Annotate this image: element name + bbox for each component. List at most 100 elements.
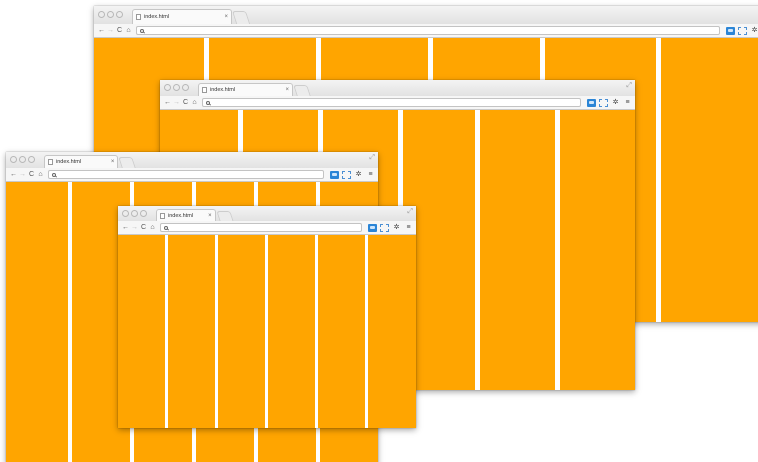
responsive-extension-screen	[728, 29, 733, 32]
window-controls	[122, 209, 147, 217]
new-tab-button[interactable]	[215, 210, 234, 221]
browser-toolbar: ←→C⌂ ✲≡	[160, 96, 635, 110]
tab-index[interactable]: index.html ×	[44, 155, 119, 168]
browser-window-sm: index.html × ⤢ ← → C ⌂ ✲ ≡	[118, 206, 416, 428]
back-arrow-icon[interactable]: ←	[9, 171, 18, 178]
tab-close-button[interactable]: ×	[224, 14, 228, 20]
maximize-window-button[interactable]	[182, 84, 189, 91]
forward-arrow-icon[interactable]: →	[106, 27, 115, 34]
browser-toolbar: ←→C⌂✲≡	[94, 24, 758, 38]
page-icon	[136, 14, 141, 20]
responsive-extension-icon[interactable]	[587, 98, 596, 107]
home-icon[interactable]: ⌂	[190, 99, 199, 106]
tab-title: index.html	[168, 212, 194, 219]
address-bar[interactable]	[48, 169, 324, 180]
responsive-extension-screen	[370, 226, 375, 229]
tab-title: index.html	[56, 159, 82, 165]
address-bar[interactable]	[160, 222, 362, 233]
column-gutter	[315, 235, 318, 428]
column-gutter	[475, 110, 480, 390]
column-gutter	[555, 110, 560, 390]
search-icon	[164, 225, 168, 230]
search-icon	[52, 172, 56, 177]
responsive-extension-icon[interactable]	[330, 170, 339, 179]
new-tab-button[interactable]	[118, 156, 137, 168]
page-content	[118, 235, 416, 428]
reload-icon[interactable]: C	[115, 27, 124, 34]
tab-bar: index.html×⤢	[94, 6, 758, 24]
page-icon	[160, 212, 165, 219]
resize-icon[interactable]: ⤢	[626, 82, 632, 89]
window-controls	[98, 11, 123, 18]
maximize-window-button[interactable]	[116, 11, 123, 18]
close-window-button[interactable]	[10, 156, 17, 163]
settings-icon[interactable]: ✲	[354, 171, 363, 179]
window-controls	[10, 156, 35, 163]
tab-bar: index.html × ⤢	[6, 152, 378, 168]
responsive-extension-screen	[332, 173, 337, 176]
search-icon	[206, 100, 210, 105]
tab-index[interactable]: index.html ×	[156, 209, 216, 221]
search-icon	[140, 28, 144, 33]
frame-extension-icon[interactable]	[380, 223, 389, 232]
back-arrow-icon[interactable]: ←	[163, 99, 172, 106]
home-icon[interactable]: ⌂	[148, 224, 157, 231]
tab-title: index.html	[144, 14, 170, 20]
browser-toolbar: ←→C⌂ ✲≡	[6, 168, 378, 182]
close-window-button[interactable]	[164, 84, 171, 91]
minimize-window-button[interactable]	[19, 156, 26, 163]
tab-close-button[interactable]: ×	[285, 87, 289, 93]
reload-icon[interactable]: C	[139, 224, 148, 231]
address-bar[interactable]	[136, 25, 720, 36]
frame-extension-icon[interactable]	[738, 26, 747, 35]
back-arrow-icon[interactable]: ←	[97, 27, 106, 34]
reload-icon[interactable]: C	[27, 171, 36, 178]
window-controls	[164, 84, 189, 91]
column-gutter	[215, 235, 218, 428]
column-gutter	[656, 38, 661, 322]
settings-icon[interactable]: ✲	[392, 224, 401, 232]
back-arrow-icon[interactable]: ←	[121, 224, 130, 231]
column-gutter	[365, 235, 368, 428]
tab-index[interactable]: index.html ×	[132, 9, 232, 24]
browser-toolbar: ←→C⌂ ✲≡	[118, 221, 416, 235]
frame-extension-icon[interactable]	[342, 170, 351, 179]
reload-icon[interactable]: C	[181, 99, 190, 106]
tab-close-button[interactable]: ×	[111, 159, 115, 165]
address-bar[interactable]	[202, 97, 581, 108]
close-window-button[interactable]	[122, 209, 129, 217]
column-gutter	[265, 235, 268, 428]
tab-index[interactable]: index.html ×	[198, 83, 293, 96]
new-tab-button[interactable]	[293, 84, 311, 96]
menu-icon[interactable]: ≡	[404, 224, 413, 232]
maximize-window-button[interactable]	[140, 209, 147, 217]
page-icon	[202, 87, 207, 93]
forward-arrow-icon[interactable]: →	[130, 224, 139, 231]
responsive-extension-icon[interactable]	[368, 223, 377, 232]
minimize-window-button[interactable]	[107, 11, 114, 18]
responsive-extension-icon[interactable]	[726, 26, 735, 35]
menu-icon[interactable]: ≡	[366, 171, 375, 179]
forward-arrow-icon[interactable]: →	[172, 99, 181, 106]
tab-bar: index.html× ⤢	[160, 80, 635, 96]
resize-icon[interactable]: ⤢	[407, 208, 413, 215]
tab-close-button[interactable]: ×	[208, 213, 212, 219]
forward-arrow-icon[interactable]: →	[18, 171, 27, 178]
maximize-window-button[interactable]	[28, 156, 35, 163]
minimize-window-button[interactable]	[173, 84, 180, 91]
minimize-window-button[interactable]	[131, 209, 138, 217]
responsive-extension-screen	[589, 101, 594, 104]
column-gutter	[68, 182, 72, 462]
column-gutter	[165, 235, 168, 428]
page-icon	[48, 159, 53, 165]
resize-icon[interactable]: ⤢	[369, 154, 375, 161]
close-window-button[interactable]	[98, 11, 105, 18]
home-icon[interactable]: ⌂	[124, 27, 133, 34]
settings-icon[interactable]: ✲	[611, 99, 620, 107]
menu-icon[interactable]: ≡	[623, 99, 632, 107]
new-tab-button[interactable]	[231, 11, 251, 24]
frame-extension-icon[interactable]	[599, 98, 608, 107]
tab-bar: index.html × ⤢	[118, 206, 416, 221]
home-icon[interactable]: ⌂	[36, 171, 45, 178]
settings-icon[interactable]: ✲	[750, 27, 758, 35]
